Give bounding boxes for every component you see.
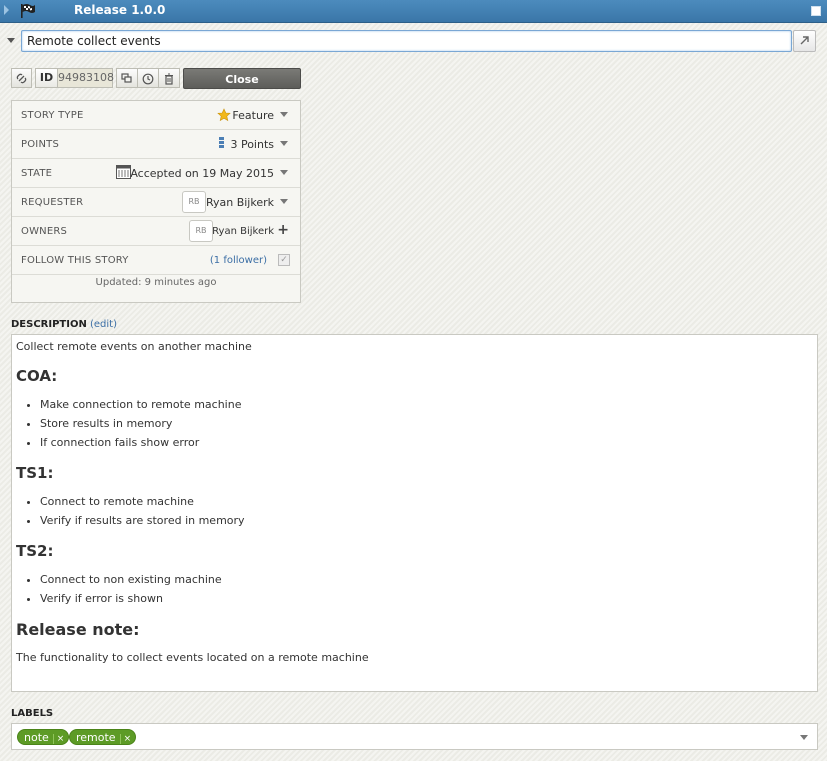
owners-label: OWNERS: [21, 226, 68, 237]
story-type-value[interactable]: Feature: [232, 109, 274, 122]
release-note-text: The functionality to collect events loca…: [16, 651, 369, 664]
ts1-list: Connect to remote machine Verify if resu…: [16, 494, 813, 528]
labels-heading: LABELS: [11, 708, 54, 719]
trash-icon: [165, 73, 173, 85]
follow-label: FOLLOW THIS STORY: [21, 255, 129, 266]
release-flag-icon: [21, 4, 35, 18]
description-content[interactable]: Collect remote events on another machine…: [11, 334, 818, 692]
clone-story-button[interactable]: [116, 68, 138, 88]
id-label: ID: [36, 69, 58, 87]
story-id-value[interactable]: 94983108: [58, 69, 114, 87]
collapse-caret-icon[interactable]: [7, 38, 15, 43]
labels-input[interactable]: note × remote ×: [11, 723, 818, 750]
list-item: If connection fails show error: [40, 435, 813, 450]
updated-timestamp: Updated: 9 minutes ago: [95, 277, 217, 288]
label-tag-text: remote: [76, 731, 116, 744]
follow-checkbox[interactable]: ✓: [278, 254, 290, 266]
label-tag-remote[interactable]: remote ×: [69, 729, 137, 745]
state-value[interactable]: Accepted on 19 May 2015: [130, 167, 274, 180]
panel-header: Release 1.0.0: [0, 0, 827, 23]
description-heading: DESCRIPTION: [11, 319, 87, 330]
follow-row: FOLLOW THIS STORY (1 follower) ✓: [12, 246, 300, 275]
requester-row[interactable]: REQUESTER RB Ryan Bijkerk: [12, 188, 300, 217]
link-icon: [16, 73, 27, 84]
story-details-panel: STORY TYPE Feature POINTS 3 Points STATE…: [11, 100, 301, 303]
add-owner-icon[interactable]: +: [277, 222, 289, 238]
state-row[interactable]: STATE Accepted on 19 May 2015: [12, 159, 300, 188]
story-id-box[interactable]: ID 94983108: [35, 68, 114, 88]
clock-icon: [142, 73, 154, 85]
remove-label-icon[interactable]: ×: [52, 734, 65, 744]
points-icon: [219, 137, 224, 148]
points-value[interactable]: 3 Points: [230, 138, 274, 151]
description-edit-link[interactable]: (edit): [90, 319, 117, 330]
history-button[interactable]: [137, 68, 159, 88]
section-heading-ts1: TS1:: [16, 464, 54, 482]
label-tag-text: note: [24, 731, 49, 744]
close-button[interactable]: Close: [183, 68, 301, 89]
list-item: Connect to remote machine: [40, 494, 813, 509]
panel-toggle-button[interactable]: [811, 6, 821, 16]
release-note-heading: Release note:: [16, 620, 140, 639]
copy-link-button[interactable]: [11, 68, 32, 88]
requester-dropdown-icon[interactable]: [280, 199, 288, 204]
list-item: Make connection to remote machine: [40, 397, 813, 412]
list-item: Verify if results are stored in memory: [40, 513, 813, 528]
open-in-new-button[interactable]: [793, 30, 816, 52]
remove-label-icon[interactable]: ×: [119, 734, 132, 744]
label-tag-note[interactable]: note ×: [17, 729, 70, 745]
owner-avatar: RB: [189, 220, 213, 242]
expand-arrow-icon[interactable]: [4, 5, 9, 15]
external-link-icon: [800, 36, 809, 45]
points-dropdown-icon[interactable]: [280, 141, 288, 146]
delete-story-button[interactable]: [158, 68, 180, 88]
list-item: Verify if error is shown: [40, 591, 813, 606]
labels-dropdown-icon[interactable]: [800, 735, 808, 740]
section-heading-coa: COA:: [16, 367, 58, 385]
star-icon: [217, 108, 231, 122]
points-row[interactable]: POINTS 3 Points: [12, 130, 300, 159]
calendar-icon: [116, 165, 131, 179]
description-intro: Collect remote events on another machine: [16, 340, 252, 353]
list-item: Store results in memory: [40, 416, 813, 431]
points-label: POINTS: [21, 139, 59, 150]
state-dropdown-icon[interactable]: [280, 170, 288, 175]
requester-avatar: RB: [182, 191, 206, 213]
owners-row[interactable]: OWNERS RB Ryan Bijkerk +: [12, 217, 300, 246]
requester-value[interactable]: Ryan Bijkerk: [206, 196, 274, 209]
state-label: STATE: [21, 168, 53, 179]
owner-value[interactable]: Ryan Bijkerk: [212, 226, 274, 237]
story-type-label: STORY TYPE: [21, 110, 84, 121]
coa-list: Make connection to remote machine Store …: [16, 397, 813, 450]
list-item: Connect to non existing machine: [40, 572, 813, 587]
story-type-dropdown-icon[interactable]: [280, 112, 288, 117]
release-title: Release 1.0.0: [74, 3, 166, 17]
story-name-input[interactable]: [21, 30, 792, 52]
clone-icon: [121, 73, 132, 83]
followers-link[interactable]: (1 follower): [210, 255, 267, 266]
story-type-row[interactable]: STORY TYPE Feature: [12, 101, 300, 130]
requester-label: REQUESTER: [21, 197, 84, 208]
section-heading-ts2: TS2:: [16, 542, 54, 560]
ts2-list: Connect to non existing machine Verify i…: [16, 572, 813, 606]
